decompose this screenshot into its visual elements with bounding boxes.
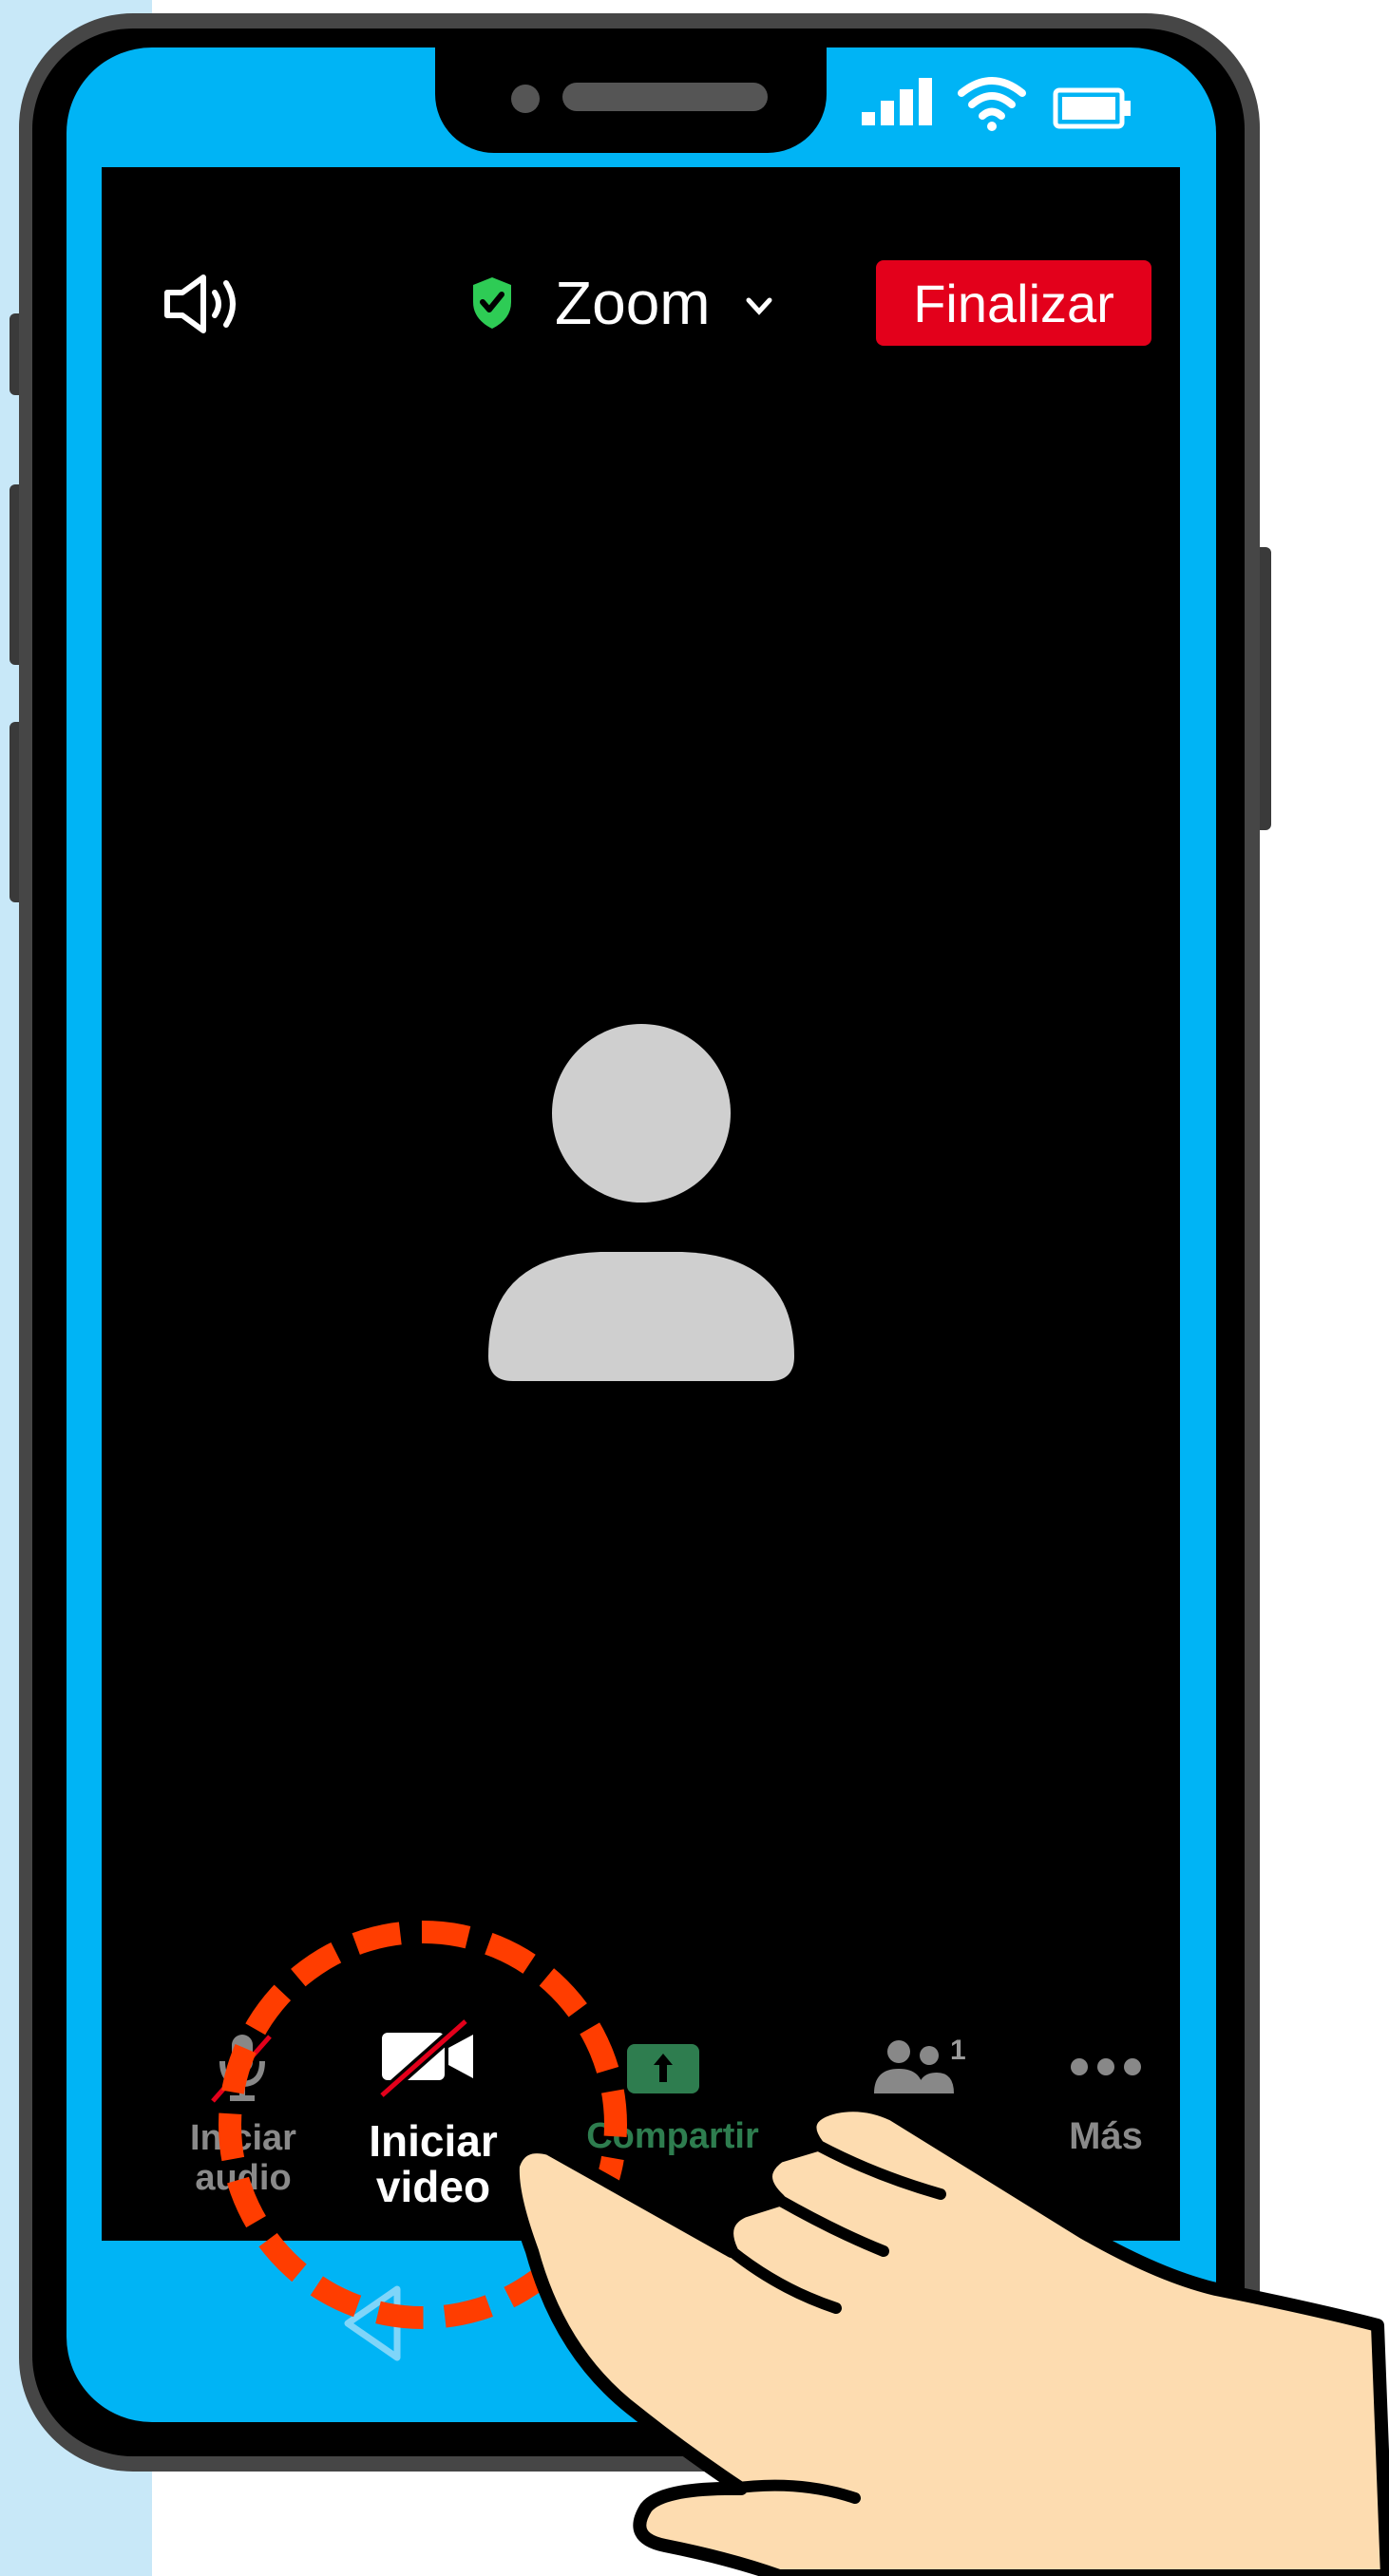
wifi-icon: [958, 77, 1026, 131]
front-camera: [511, 85, 540, 113]
more-icon[interactable]: [1068, 2055, 1144, 2078]
participants-count: 1: [950, 2035, 966, 2066]
pointing-hand: [505, 2098, 1389, 2576]
shield-check-icon: [473, 277, 511, 329]
share-screen-icon[interactable]: [625, 2042, 701, 2095]
person-avatar-icon: [488, 1024, 794, 1381]
meeting-title[interactable]: Zoom: [555, 268, 711, 338]
chevron-down-icon[interactable]: [745, 296, 773, 317]
battery-icon: [1053, 87, 1131, 129]
speaker-icon[interactable]: [162, 270, 249, 338]
end-meeting-button[interactable]: Finalizar: [876, 260, 1151, 346]
signal-icon: [862, 78, 932, 125]
participants-icon[interactable]: [870, 2038, 956, 2095]
earpiece-speaker: [562, 83, 768, 111]
